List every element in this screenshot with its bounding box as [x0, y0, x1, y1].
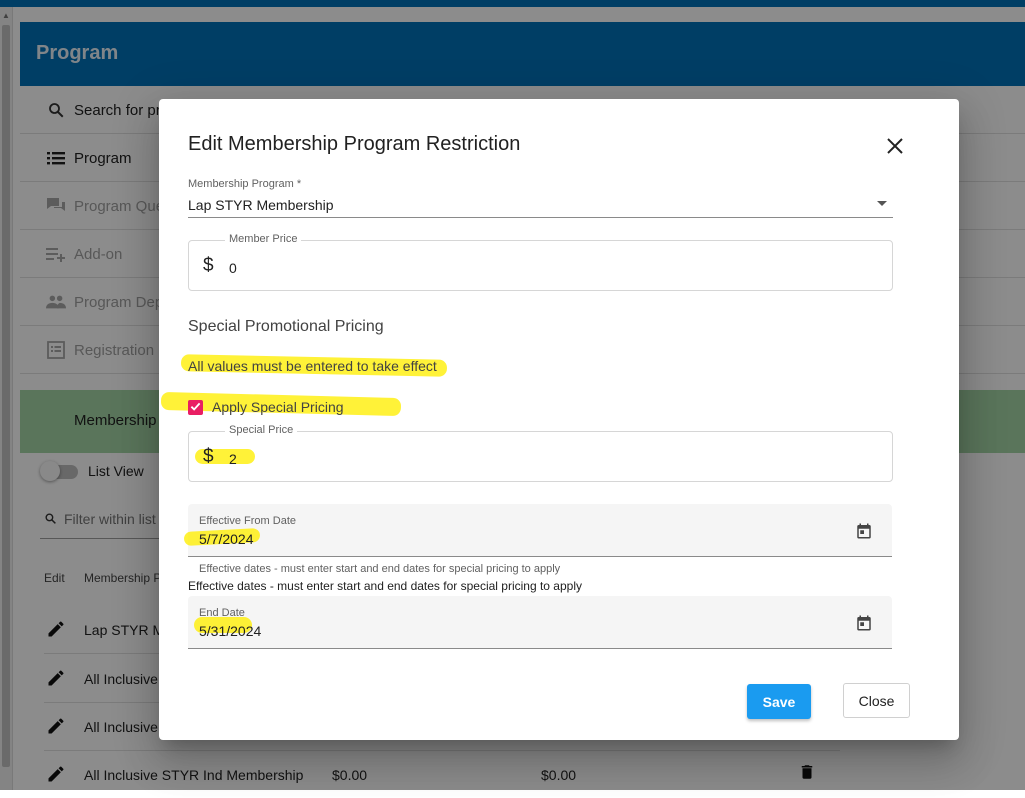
dialog-title: Edit Membership Program Restriction	[188, 133, 521, 155]
membership-program-select[interactable]: Lap STYR Membership	[188, 197, 334, 213]
dollar-icon: $	[203, 255, 214, 276]
apply-special-pricing-checkbox[interactable]	[188, 400, 203, 415]
effective-from-date-field[interactable]: Effective From Date 5/7/2024	[183, 504, 892, 557]
save-button[interactable]: Save	[747, 684, 811, 719]
calendar-icon[interactable]	[855, 614, 873, 637]
member-price-input[interactable]: 0	[229, 260, 237, 276]
special-price-field[interactable]: Special Price $ 2	[188, 424, 893, 482]
end-date-input[interactable]: 5/31/2024	[199, 623, 261, 639]
end-date-field[interactable]: End Date 5/31/2024	[188, 596, 892, 649]
effective-dates-helper-duplicate: Effective dates - must enter start and e…	[188, 579, 582, 593]
dropdown-arrow-icon[interactable]	[877, 201, 887, 206]
special-price-input[interactable]: 2	[229, 451, 237, 467]
membership-program-label: Membership Program *	[188, 178, 302, 190]
apply-special-pricing-label[interactable]: Apply Special Pricing	[212, 399, 344, 415]
select-underline	[188, 217, 893, 218]
effective-from-label: Effective From Date	[199, 515, 296, 527]
effective-from-input[interactable]: 5/7/2024	[199, 531, 254, 547]
special-price-label: Special Price	[225, 424, 298, 436]
member-price-field[interactable]: Member Price $ 0	[188, 233, 893, 291]
close-icon[interactable]	[885, 136, 905, 156]
edit-membership-restriction-dialog: Edit Membership Program Restriction Memb…	[159, 99, 959, 740]
calendar-icon[interactable]	[855, 522, 873, 545]
dollar-icon: $	[203, 446, 214, 467]
pricing-note: All values must be entered to take effec…	[188, 358, 437, 374]
member-price-label: Member Price	[225, 233, 302, 245]
close-button[interactable]: Close	[843, 683, 910, 718]
special-pricing-heading: Special Promotional Pricing	[188, 318, 384, 335]
effective-dates-helper: Effective dates - must enter start and e…	[199, 563, 561, 575]
